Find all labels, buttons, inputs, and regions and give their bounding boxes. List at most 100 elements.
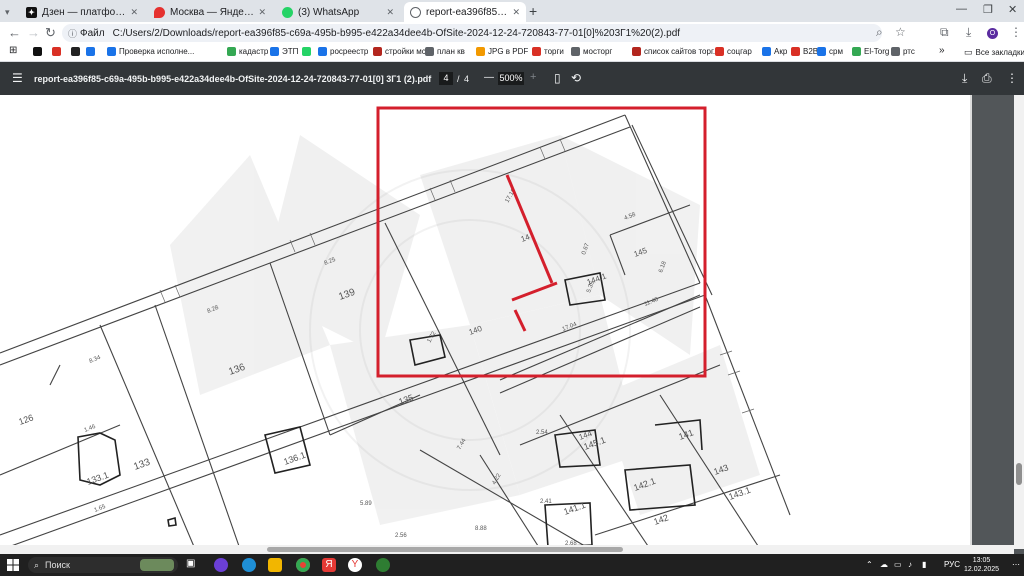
file-scheme-label: Файл xyxy=(80,27,105,39)
battery-icon[interactable]: ▮ xyxy=(922,560,926,569)
bookmark-item[interactable]: список сайтов торг... xyxy=(632,47,720,56)
bookmark-item[interactable]: B2B xyxy=(791,47,818,56)
pdf-toolbar: ☰ report-ea396f85-c69a-495b-b995-e422a34… xyxy=(0,62,1024,95)
bookmark-item[interactable]: план кв xyxy=(425,47,465,56)
extensions-icon[interactable]: ⧉ xyxy=(940,25,949,40)
floor-plan-drawing: 139136126133133.1136.1135145.1141141.114… xyxy=(0,95,972,549)
copilot-icon[interactable] xyxy=(214,558,228,572)
cloud-icon[interactable]: ☁ xyxy=(880,560,888,569)
profile-avatar[interactable]: O xyxy=(987,28,998,39)
taskbar-search[interactable]: ⌕ Поиск xyxy=(28,557,178,573)
close-icon[interactable]: ✕ xyxy=(386,7,394,18)
bookmark-item[interactable]: срм xyxy=(817,47,843,56)
bookmark-icon xyxy=(571,47,580,56)
search-icon: ⌕ xyxy=(34,559,40,570)
more-actions-icon[interactable]: ⋮ xyxy=(1006,71,1018,85)
room-number-label: 143.1 xyxy=(727,485,752,502)
notifications-icon[interactable]: ⋯ xyxy=(1012,560,1020,569)
bookmark-item[interactable] xyxy=(71,47,83,56)
horizontal-scroll-thumb[interactable] xyxy=(267,547,623,552)
bookmark-item[interactable] xyxy=(302,47,314,56)
network-icon[interactable]: ▭ xyxy=(894,560,902,569)
volume-icon[interactable]: ♪ xyxy=(908,560,912,569)
vertical-scrollbar[interactable] xyxy=(1014,95,1024,549)
forward-button[interactable]: → xyxy=(27,26,40,39)
bookmark-label: B2B xyxy=(803,47,819,56)
bookmark-item[interactable]: El-Torg xyxy=(852,47,889,56)
all-bookmarks[interactable]: ▭ Все закладки xyxy=(964,47,1024,58)
tab-zen[interactable]: ✦ Дзен — платформа для прос... ✕ xyxy=(20,2,144,22)
reload-button[interactable]: ↻ xyxy=(45,26,56,39)
restore-button[interactable]: ❐ xyxy=(983,3,993,16)
bookmark-label: срм xyxy=(829,47,843,56)
bookmark-item[interactable]: стройки мск xyxy=(373,47,429,56)
language-indicator[interactable]: РУС xyxy=(944,560,960,569)
yandex-browser-icon[interactable]: Y xyxy=(348,558,362,572)
more-bookmarks-icon[interactable]: » xyxy=(939,45,945,56)
bookmark-icon xyxy=(107,47,116,56)
clock[interactable]: 13:05 12.02.2025 xyxy=(964,556,999,574)
chrome-icon[interactable] xyxy=(296,558,310,572)
bookmark-item[interactable]: ртс xyxy=(891,47,915,56)
window-close-button[interactable]: ✕ xyxy=(1008,3,1017,16)
hamburger-menu-icon[interactable]: ☰ xyxy=(12,71,23,85)
zoom-input[interactable]: 500% xyxy=(498,72,524,85)
zoom-in-button[interactable]: + xyxy=(530,71,536,83)
page-number-input[interactable]: 4 xyxy=(439,72,453,85)
bookmark-label: JPG в PDF xyxy=(488,47,529,56)
omnibox[interactable]: ⓘ Файл C:/Users/2/Downloads/report-ea396… xyxy=(62,24,882,42)
search-highlight-image xyxy=(140,559,174,571)
app-icon[interactable] xyxy=(376,558,390,572)
file-explorer-icon[interactable] xyxy=(268,558,282,572)
print-icon[interactable]: ⎙ xyxy=(982,71,992,86)
bookmark-item[interactable]: соцгар xyxy=(715,47,752,56)
tab-pdf-report[interactable]: report-ea396f85-c69a-495b-b9... ✕ xyxy=(404,2,526,22)
horizontal-scrollbar[interactable] xyxy=(0,545,1014,554)
bookmark-item[interactable] xyxy=(86,47,98,56)
windows-start-icon[interactable] xyxy=(7,559,19,571)
bookmark-icon xyxy=(71,47,80,56)
zoom-icon[interactable]: ⌕ xyxy=(876,25,883,40)
task-view-icon[interactable]: ▣ xyxy=(186,558,200,572)
bookmark-label: план кв xyxy=(437,47,465,56)
download-icon[interactable]: ⤓ xyxy=(966,25,971,40)
yandex-icon[interactable]: Я xyxy=(322,558,336,572)
download-icon[interactable]: ⤓ xyxy=(962,71,967,86)
tab-search-button[interactable]: ▾ xyxy=(2,2,16,22)
tab-label: report-ea396f85-c69a-495b-b9... xyxy=(426,6,508,18)
url-text[interactable]: C:/Users/2/Downloads/report-ea396f85-c69… xyxy=(113,28,680,39)
edge-icon[interactable] xyxy=(242,558,256,572)
bookmark-item[interactable] xyxy=(33,47,45,56)
close-icon[interactable]: ✕ xyxy=(130,7,138,18)
back-button[interactable]: ← xyxy=(8,26,21,39)
zoom-out-button[interactable]: — xyxy=(484,72,494,83)
apps-icon[interactable]: ⊞ xyxy=(9,45,17,56)
bookmark-item[interactable] xyxy=(52,47,64,56)
tab-whatsapp[interactable]: (3) WhatsApp ✕ xyxy=(276,2,400,22)
chevron-up-icon[interactable]: ⌃ xyxy=(866,560,873,569)
close-icon[interactable]: ✕ xyxy=(512,7,520,18)
minimize-button[interactable]: — xyxy=(956,3,967,15)
bookmark-item[interactable]: JPG в PDF xyxy=(476,47,528,56)
bookmark-item[interactable]: Проверка исполне... xyxy=(107,47,194,56)
vertical-scroll-thumb[interactable] xyxy=(1016,463,1022,485)
bookmark-label: стройки мск xyxy=(385,47,430,56)
page-separator: / xyxy=(457,74,460,84)
menu-icon[interactable]: ⋮ xyxy=(1010,25,1022,39)
bookmark-icon xyxy=(425,47,434,56)
tab-yandex-maps[interactable]: Москва — Яндекс Карты ✕ xyxy=(148,2,272,22)
room-number-label: 136.1 xyxy=(282,450,307,467)
bookmark-icon xyxy=(86,47,95,56)
bookmark-item[interactable]: ЭТП xyxy=(270,47,298,56)
close-icon[interactable]: ✕ xyxy=(258,7,266,18)
bookmark-item[interactable]: мосторг xyxy=(571,47,612,56)
star-icon[interactable]: ☆ xyxy=(895,25,906,39)
bookmark-item[interactable]: торги xyxy=(532,47,564,56)
new-tab-button[interactable]: + xyxy=(529,3,537,19)
bookmark-item[interactable]: Акр xyxy=(762,47,787,56)
bookmark-item[interactable]: росреестр xyxy=(318,47,368,56)
rotate-icon[interactable]: ⟲ xyxy=(571,71,581,85)
bookmark-icon xyxy=(52,47,61,56)
fit-page-icon[interactable]: ▯ xyxy=(554,71,561,85)
bookmark-label: Акр xyxy=(774,47,788,56)
